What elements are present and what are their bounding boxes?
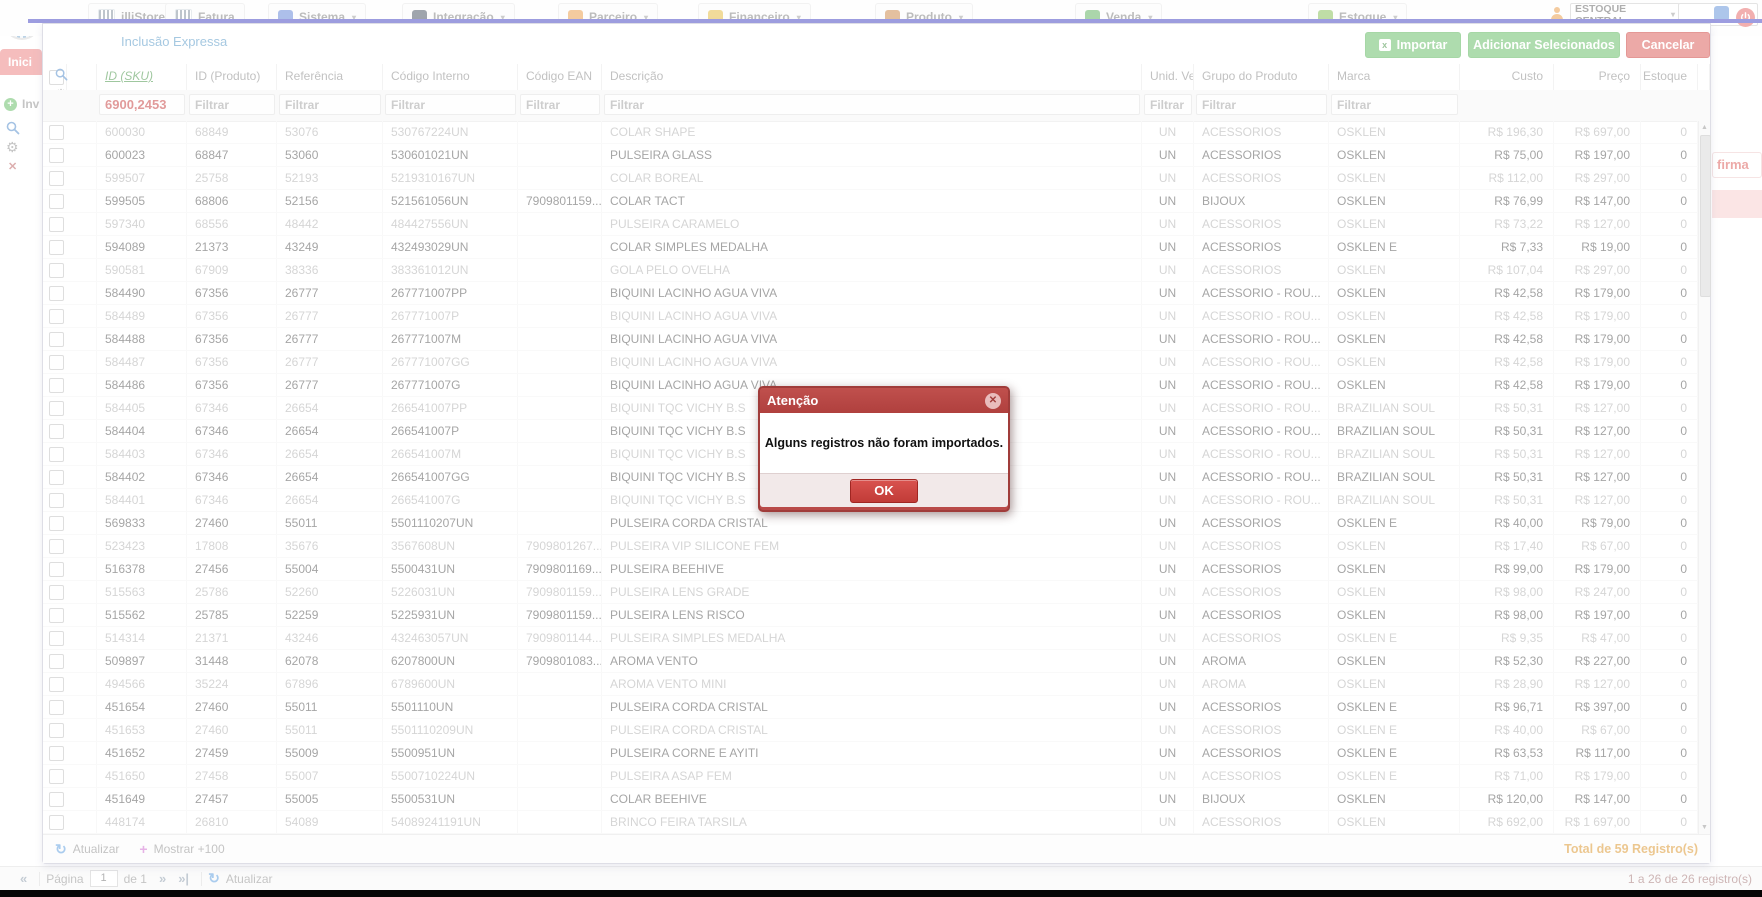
ok-button[interactable]: OK [850, 479, 918, 503]
atencao-dialog: Atenção ✕ Alguns registros não foram imp… [758, 386, 1010, 512]
dialog-body: Alguns registros não foram importados. [760, 413, 1008, 473]
bottom-black-bar [0, 890, 1762, 897]
close-icon[interactable]: ✕ [985, 393, 1001, 409]
dialog-title: Atenção [767, 393, 818, 408]
dialog-header[interactable]: Atenção ✕ [760, 388, 1008, 413]
dialog-message: Alguns registros não foram importados. [765, 436, 1003, 450]
dialog-footer: OK [760, 473, 1008, 507]
